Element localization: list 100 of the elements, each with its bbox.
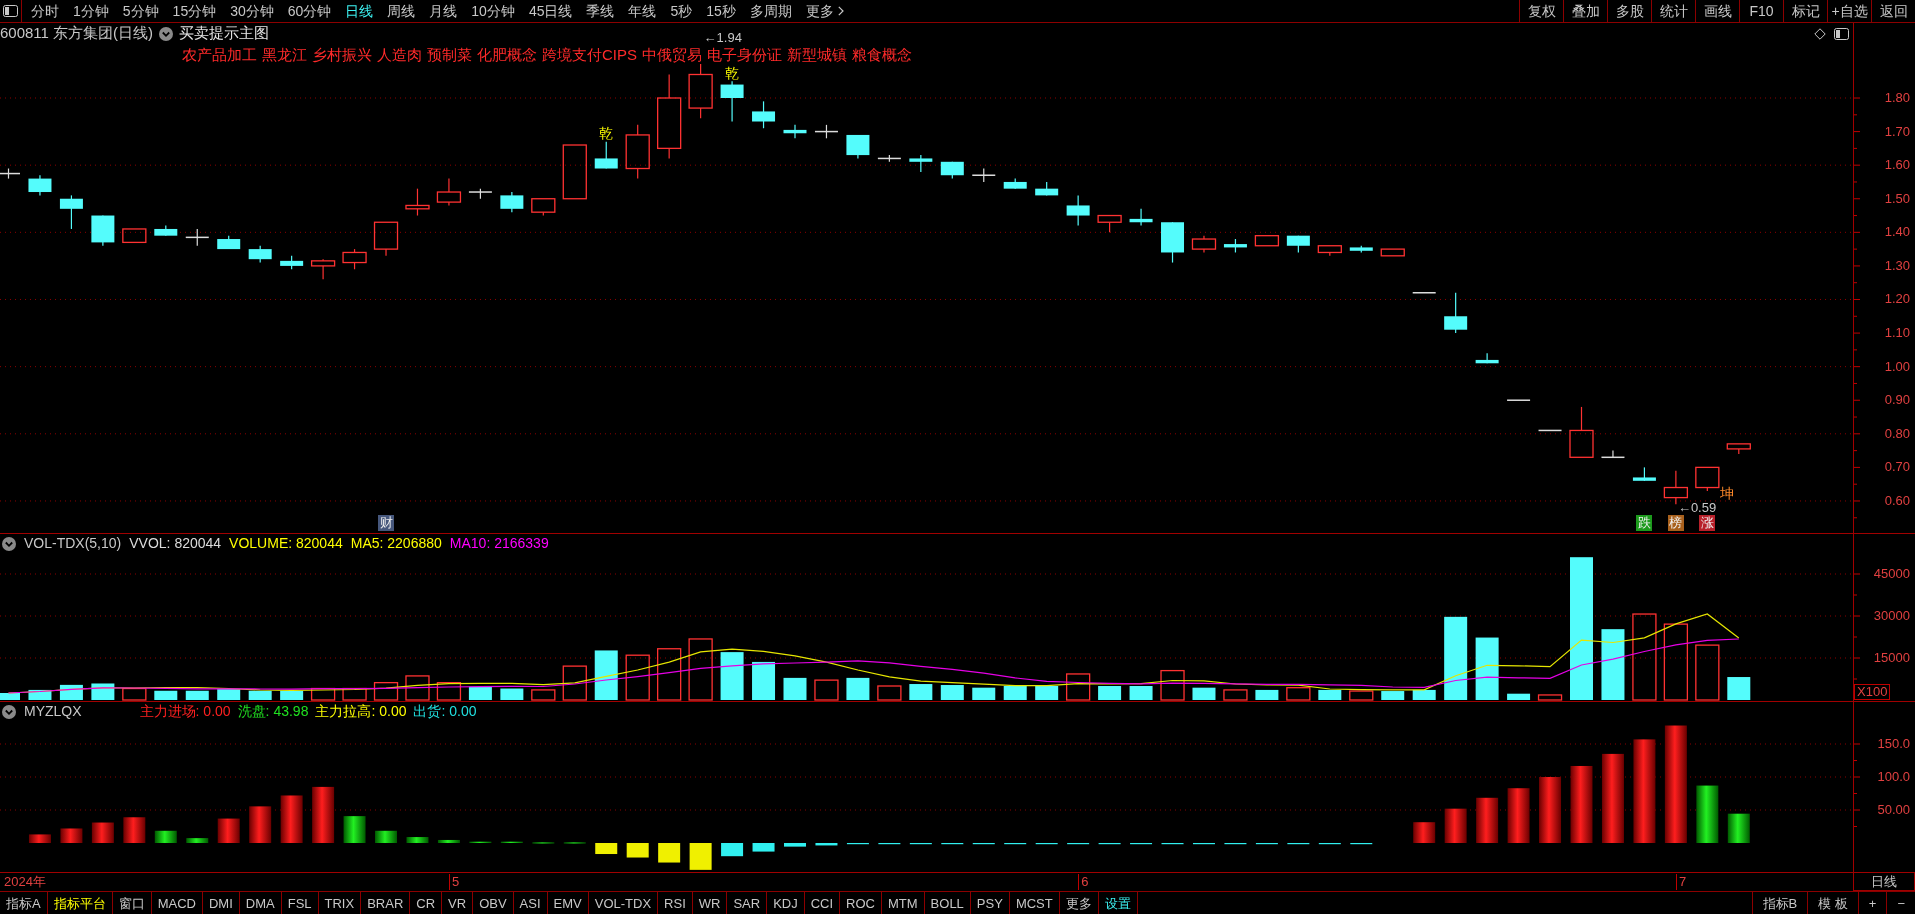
volume-bar bbox=[310, 687, 336, 701]
indicator-tab[interactable]: DMA bbox=[239, 892, 282, 914]
period-tab[interactable]: 5分钟 bbox=[122, 1, 159, 21]
concept-tag[interactable]: 中俄贸易 bbox=[642, 45, 702, 64]
indicator-tab[interactable]: OBV bbox=[473, 892, 514, 914]
volume-bar bbox=[1255, 689, 1279, 700]
toolbar-button[interactable]: 指标B bbox=[1751, 892, 1808, 914]
concept-tag[interactable]: 跨境支付CIPS bbox=[542, 45, 637, 64]
candlestick bbox=[248, 245, 272, 264]
period-tab[interactable]: 月线 bbox=[429, 1, 458, 21]
concept-tag[interactable]: 化肥概念 bbox=[477, 45, 537, 64]
indicator-bar bbox=[249, 806, 272, 843]
chevron-down-icon[interactable] bbox=[2, 704, 16, 719]
indicator-tab[interactable]: BRAR bbox=[361, 892, 411, 914]
indicator-tab[interactable]: RSI bbox=[658, 892, 693, 914]
event-marker[interactable]: 涨 bbox=[1699, 515, 1716, 531]
template-selector[interactable]: 买卖提示主图 bbox=[179, 23, 270, 45]
volume-bar bbox=[594, 650, 618, 700]
more-button[interactable]: 更多 bbox=[805, 1, 844, 21]
period-tab[interactable]: 5秒 bbox=[670, 1, 693, 21]
chevron-down-icon[interactable] bbox=[159, 26, 174, 41]
indicator-tab[interactable]: 指标A bbox=[0, 892, 48, 914]
toolbar-button[interactable]: 统计 bbox=[1651, 0, 1695, 22]
concept-tag[interactable]: 预制菜 bbox=[427, 45, 472, 64]
indicator-bar bbox=[532, 842, 555, 844]
toolbar-button[interactable]: 多股 bbox=[1607, 0, 1651, 22]
concept-tag[interactable]: 电子身份证 bbox=[707, 45, 782, 64]
indicator-bar bbox=[815, 843, 838, 846]
period-tab[interactable]: 1分钟 bbox=[73, 1, 109, 21]
period-tab[interactable]: 季线 bbox=[586, 1, 615, 21]
volume-bar bbox=[814, 679, 839, 701]
indicator-bar bbox=[595, 843, 618, 854]
toolbar-button[interactable]: 叠加 bbox=[1563, 0, 1607, 22]
axis-label: 1.80 bbox=[1884, 91, 1910, 105]
concept-tag[interactable]: 黑龙江 bbox=[262, 45, 307, 64]
indicator-tab[interactable]: TRIX bbox=[318, 892, 362, 914]
toolbar-button[interactable]: 返回 bbox=[1871, 0, 1915, 22]
indicator-tab[interactable]: VOL-TDX bbox=[588, 892, 659, 914]
settings-button[interactable]: 设置 bbox=[1098, 892, 1138, 914]
indicator-tab[interactable]: ROC bbox=[840, 892, 882, 914]
indicator-tab[interactable]: FSL bbox=[281, 892, 319, 914]
candlestick bbox=[971, 167, 996, 183]
concept-tag[interactable]: 农产品加工 bbox=[182, 45, 257, 64]
indicator-tab[interactable]: 更多 bbox=[1059, 892, 1099, 914]
indicator-tab[interactable]: DMI bbox=[202, 892, 240, 914]
period-tab[interactable]: 45日线 bbox=[528, 1, 573, 21]
chevron-right-icon[interactable] bbox=[837, 6, 844, 16]
indicator-bar bbox=[1318, 843, 1341, 845]
toolbar-button[interactable]: +自选 bbox=[1827, 0, 1871, 22]
chevron-down-icon[interactable] bbox=[2, 536, 16, 551]
period-tab[interactable]: 30分钟 bbox=[230, 1, 274, 21]
indicator-tab[interactable]: MACD bbox=[151, 892, 203, 914]
period-tab[interactable]: 10分钟 bbox=[471, 1, 515, 21]
volume-bar bbox=[248, 690, 272, 700]
period-tab[interactable]: 分时 bbox=[31, 1, 59, 21]
indicator-tab[interactable]: MTM bbox=[882, 892, 925, 914]
candlestick bbox=[28, 174, 52, 196]
indicator-tab[interactable]: 指标平台 bbox=[47, 892, 113, 914]
indicator-tab[interactable]: EMV bbox=[547, 892, 589, 914]
toolbar-button[interactable]: 标记 bbox=[1783, 0, 1827, 22]
indicator-tab[interactable]: CCI bbox=[804, 892, 841, 914]
period-tab[interactable]: 年线 bbox=[628, 1, 657, 21]
sidebar-icon[interactable] bbox=[1834, 27, 1849, 40]
candlestick bbox=[217, 235, 241, 250]
concept-tag[interactable]: 粮食概念 bbox=[852, 45, 912, 64]
indicator-tab[interactable]: SAR bbox=[727, 892, 768, 914]
volume-bar bbox=[1066, 673, 1091, 701]
indicator-tab[interactable]: CR bbox=[410, 892, 443, 914]
toolbar-button[interactable]: 模 板 bbox=[1807, 892, 1858, 914]
toolbar-button[interactable]: − bbox=[1886, 892, 1915, 914]
event-marker[interactable]: 榜 bbox=[1667, 515, 1684, 531]
indicator-tab[interactable]: MCST bbox=[1009, 892, 1060, 914]
period-tab[interactable]: 15分钟 bbox=[172, 1, 217, 21]
period-tab[interactable]: 多周期 bbox=[749, 1, 792, 21]
toolbar-button[interactable]: + bbox=[1857, 892, 1887, 914]
candlestick bbox=[1444, 292, 1468, 334]
indicator-bar bbox=[1224, 843, 1247, 845]
indicator-tab[interactable]: WR bbox=[692, 892, 728, 914]
period-tab[interactable]: 60分钟 bbox=[287, 1, 332, 21]
indicator-tab[interactable]: PSY bbox=[970, 892, 1010, 914]
period-tab[interactable]: 周线 bbox=[387, 1, 416, 21]
diamond-icon[interactable] bbox=[1814, 27, 1826, 40]
sidebar-icon[interactable] bbox=[3, 5, 18, 17]
period-tab[interactable]: 15秒 bbox=[706, 1, 736, 21]
indicator-tab[interactable]: VR bbox=[442, 892, 474, 914]
concept-tag[interactable]: 新型城镇 bbox=[787, 45, 847, 64]
toolbar-button[interactable]: F10 bbox=[1739, 0, 1783, 22]
indicator-bar bbox=[1098, 843, 1121, 845]
indicator-tab[interactable]: KDJ bbox=[767, 892, 805, 914]
candlestick bbox=[1411, 292, 1437, 294]
period-tab[interactable]: 日线 bbox=[345, 1, 374, 21]
toolbar-button[interactable]: 画线 bbox=[1695, 0, 1739, 22]
candlestick bbox=[846, 134, 870, 160]
indicator-tab[interactable]: BOLL bbox=[924, 892, 971, 914]
event-marker[interactable]: 财 bbox=[378, 515, 394, 531]
indicator-tab[interactable]: 窗口 bbox=[112, 892, 152, 914]
toolbar-button[interactable]: 复权 bbox=[1519, 0, 1563, 22]
concept-tag[interactable]: 人造肉 bbox=[377, 45, 422, 64]
concept-tag[interactable]: 乡村振兴 bbox=[312, 45, 372, 64]
indicator-tab[interactable]: ASI bbox=[513, 892, 548, 914]
